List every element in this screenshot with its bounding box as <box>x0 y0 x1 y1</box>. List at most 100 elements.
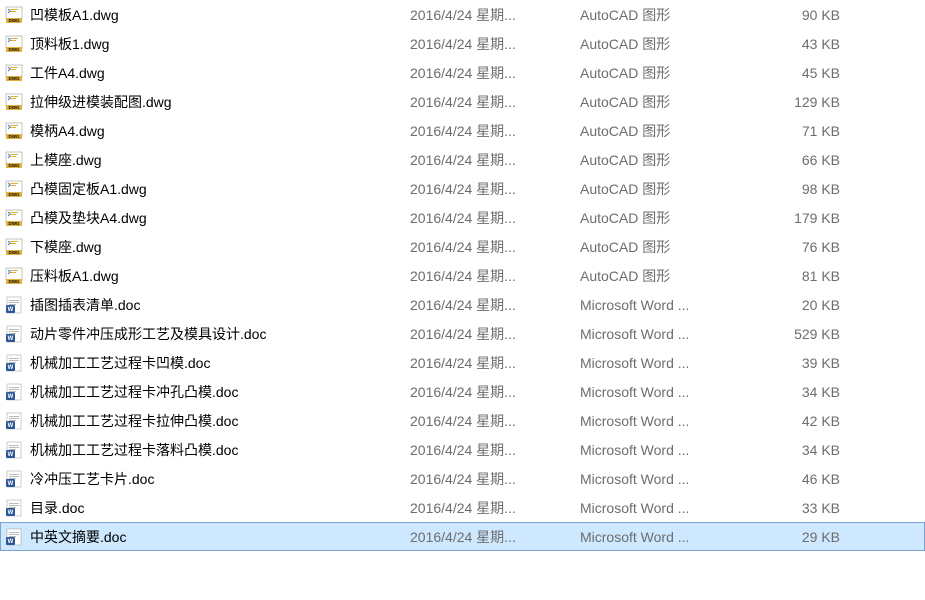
file-size: 46 KB <box>760 471 850 487</box>
doc-file-icon: W <box>4 469 24 489</box>
file-type: AutoCAD 图形 <box>580 179 760 199</box>
svg-text:DWG: DWG <box>9 134 20 139</box>
file-type: AutoCAD 图形 <box>580 237 760 257</box>
file-size: 39 KB <box>760 355 850 371</box>
file-row[interactable]: DWG拉伸级进模装配图.dwg2016/4/24 星期...AutoCAD 图形… <box>0 87 925 116</box>
file-size: 43 KB <box>760 36 850 52</box>
dwg-file-icon: DWG <box>4 179 24 199</box>
file-size: 34 KB <box>760 384 850 400</box>
file-row[interactable]: DWG凸模及垫块A4.dwg2016/4/24 星期...AutoCAD 图形1… <box>0 203 925 232</box>
file-row[interactable]: W 机械加工工艺过程卡落料凸模.doc2016/4/24 星期...Microso… <box>0 435 925 464</box>
file-row[interactable]: W 机械加工工艺过程卡凹模.doc2016/4/24 星期...Microsoft… <box>0 348 925 377</box>
file-row[interactable]: DWG模柄A4.dwg2016/4/24 星期...AutoCAD 图形71 K… <box>0 116 925 145</box>
dwg-file-icon: DWG <box>4 208 24 228</box>
file-type: AutoCAD 图形 <box>580 92 760 112</box>
file-type: Microsoft Word ... <box>580 413 760 429</box>
svg-text:DWG: DWG <box>9 279 20 284</box>
file-date: 2016/4/24 星期... <box>410 121 580 141</box>
svg-text:W: W <box>8 423 14 429</box>
file-name: 机械加工工艺过程卡落料凸模.doc <box>30 440 410 460</box>
file-name: 目录.doc <box>30 498 410 518</box>
file-size: 33 KB <box>760 500 850 516</box>
file-row[interactable]: W中英文摘要.doc2016/4/24 星期...Microsoft Word … <box>0 522 925 551</box>
file-row[interactable]: DWG凸模固定板A1.dwg2016/4/24 星期...AutoCAD 图形9… <box>0 174 925 203</box>
file-name: 上模座.dwg <box>30 150 410 170</box>
doc-file-icon: W <box>4 440 24 460</box>
file-row[interactable]: W 冷冲压工艺卡片.doc2016/4/24 星期...Microsoft Wor… <box>0 464 925 493</box>
file-row[interactable]: W机械加工工艺过程卡拉伸凸模.doc2016/4/24 星期...Microso… <box>0 406 925 435</box>
file-date: 2016/4/24 星期... <box>410 150 580 170</box>
doc-file-icon: W <box>4 527 24 547</box>
file-type: Microsoft Word ... <box>580 442 760 458</box>
file-name: 工件A4.dwg <box>30 63 410 83</box>
dwg-file-icon: DWG <box>4 121 24 141</box>
file-date: 2016/4/24 星期... <box>410 353 580 373</box>
file-size: 98 KB <box>760 181 850 197</box>
file-type: AutoCAD 图形 <box>580 121 760 141</box>
file-date: 2016/4/24 星期... <box>410 527 580 547</box>
file-name: 下模座.dwg <box>30 237 410 257</box>
file-date: 2016/4/24 星期... <box>410 469 580 489</box>
file-type: AutoCAD 图形 <box>580 63 760 83</box>
file-date: 2016/4/24 星期... <box>410 324 580 344</box>
file-name: 机械加工工艺过程卡凹模.doc <box>30 353 410 373</box>
svg-text:DWG: DWG <box>9 192 20 197</box>
doc-file-icon: W <box>4 295 24 315</box>
file-size: 129 KB <box>760 94 850 110</box>
file-size: 66 KB <box>760 152 850 168</box>
svg-text:W: W <box>8 307 14 313</box>
file-type: Microsoft Word ... <box>580 500 760 516</box>
file-row[interactable]: DWG凹模板A1.dwg2016/4/24 星期...AutoCAD 图形90 … <box>0 0 925 29</box>
file-row[interactable]: W动片零件冲压成形工艺及模具设计.doc2016/4/24 星期...Micro… <box>0 319 925 348</box>
file-date: 2016/4/24 星期... <box>410 266 580 286</box>
file-list: DWG凹模板A1.dwg2016/4/24 星期...AutoCAD 图形90 … <box>0 0 925 551</box>
file-type: AutoCAD 图形 <box>580 150 760 170</box>
svg-text:DWG: DWG <box>9 221 20 226</box>
file-row[interactable]: W 目录.doc2016/4/24 星期...Microsoft Word ...… <box>0 493 925 522</box>
file-row[interactable]: DWG 压料板A1.dwg2016/4/24 星期...AutoCAD 图形81 … <box>0 261 925 290</box>
dwg-file-icon: DWG <box>4 5 24 25</box>
svg-text:W: W <box>8 539 14 545</box>
file-name: 机械加工工艺过程卡拉伸凸模.doc <box>30 411 410 431</box>
file-type: AutoCAD 图形 <box>580 34 760 54</box>
file-size: 20 KB <box>760 297 850 313</box>
svg-text:DWG: DWG <box>9 105 20 110</box>
file-type: AutoCAD 图形 <box>580 266 760 286</box>
file-name: 压料板A1.dwg <box>30 266 410 286</box>
file-date: 2016/4/24 星期... <box>410 440 580 460</box>
file-type: AutoCAD 图形 <box>580 5 760 25</box>
file-date: 2016/4/24 星期... <box>410 498 580 518</box>
file-row[interactable]: DWG顶料板1.dwg2016/4/24 星期...AutoCAD 图形43 K… <box>0 29 925 58</box>
file-date: 2016/4/24 星期... <box>410 237 580 257</box>
dwg-file-icon: DWG <box>4 63 24 83</box>
file-row[interactable]: DWG下模座.dwg2016/4/24 星期...AutoCAD 图形76 KB <box>0 232 925 261</box>
file-type: Microsoft Word ... <box>580 355 760 371</box>
file-date: 2016/4/24 星期... <box>410 382 580 402</box>
file-row[interactable]: DWG 上模座.dwg2016/4/24 星期...AutoCAD 图形66 KB <box>0 145 925 174</box>
svg-text:W: W <box>8 452 14 458</box>
file-size: 42 KB <box>760 413 850 429</box>
file-size: 29 KB <box>760 529 850 545</box>
svg-text:DWG: DWG <box>9 163 20 168</box>
file-name: 插图插表清单.doc <box>30 295 410 315</box>
file-row[interactable]: W 机械加工工艺过程卡冲孔凸模.doc2016/4/24 星期...Microso… <box>0 377 925 406</box>
svg-text:DWG: DWG <box>9 76 20 81</box>
svg-text:W: W <box>8 365 14 371</box>
file-size: 34 KB <box>760 442 850 458</box>
file-row[interactable]: DWG工件A4.dwg2016/4/24 星期...AutoCAD 图形45 K… <box>0 58 925 87</box>
file-size: 81 KB <box>760 268 850 284</box>
file-type: Microsoft Word ... <box>580 384 760 400</box>
file-type: Microsoft Word ... <box>580 471 760 487</box>
svg-text:DWG: DWG <box>9 47 20 52</box>
doc-file-icon: W <box>4 324 24 344</box>
file-name: 冷冲压工艺卡片.doc <box>30 469 410 489</box>
dwg-file-icon: DWG <box>4 266 24 286</box>
doc-file-icon: W <box>4 382 24 402</box>
file-date: 2016/4/24 星期... <box>410 208 580 228</box>
file-name: 机械加工工艺过程卡冲孔凸模.doc <box>30 382 410 402</box>
svg-text:W: W <box>8 510 14 516</box>
file-name: 顶料板1.dwg <box>30 34 410 54</box>
svg-text:DWG: DWG <box>9 250 20 255</box>
file-row[interactable]: W插图插表清单.doc2016/4/24 星期...Microsoft Word… <box>0 290 925 319</box>
file-size: 529 KB <box>760 326 850 342</box>
